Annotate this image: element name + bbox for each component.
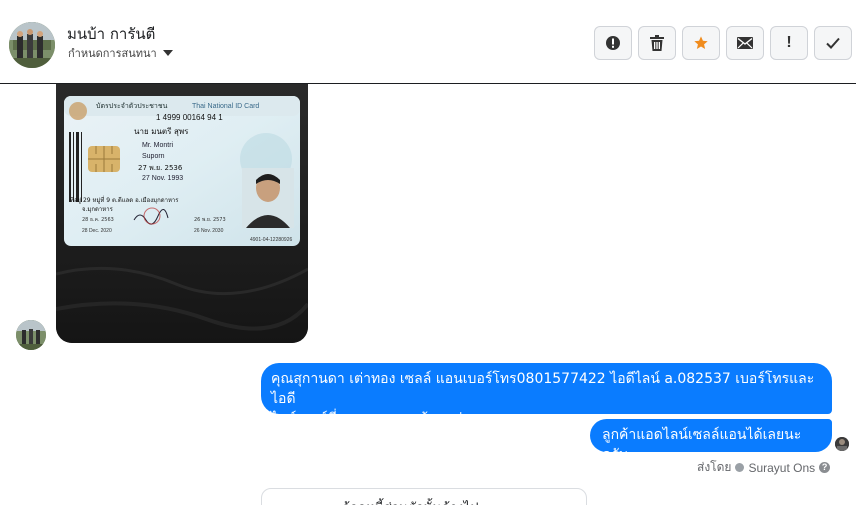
contact-name[interactable]: มนบ้า การันตี (67, 22, 155, 46)
id-expiry-en: 26 Nov. 2030 (194, 228, 224, 234)
sent-by-label: ส่งโดย (697, 460, 732, 474)
id-serial: 4901-04-12280926 (250, 237, 292, 243)
id-title-en: Thai National ID Card (192, 103, 259, 110)
star-button[interactable] (682, 26, 720, 60)
read-receipt-avatar (835, 437, 849, 451)
sender-name[interactable]: Surayut Ons (748, 461, 815, 475)
id-dob-th: 27 พ.ย. 2536 (138, 164, 183, 172)
id-title-th: บัตรประจำตัวประชาชน (96, 102, 168, 110)
trash-icon (650, 35, 664, 51)
exclamation-icon: ! (786, 34, 792, 51)
sender-dot-icon (735, 463, 745, 472)
caret-down-icon (162, 50, 173, 56)
conversation-header: มนบ้า การันตี กำหนดการสนทนา ! (0, 4, 856, 84)
header-actions: ! (594, 26, 852, 60)
id-issue-th: 28 ธ.ค. 2563 (82, 217, 114, 223)
contact-avatar[interactable] (9, 22, 55, 68)
alert-circle-icon (606, 36, 620, 50)
assign-conversation-dropdown[interactable]: กำหนดการสนทนา (68, 44, 173, 62)
id-card-photo[interactable]: บัตรประจำตัวประชาชน Thai National ID Car… (56, 84, 308, 343)
outgoing-message-bubble[interactable]: คุณสุกานดา เต่าทอง เซลล์ แอนเบอร์โทร0801… (261, 363, 832, 427)
card-text: ล้อดหนี้ส่วนตัวนั้นค้างไป (342, 497, 478, 505)
id-dob-en: 27 Nov. 1993 (142, 175, 183, 182)
mark-unread-button[interactable] (726, 26, 764, 60)
done-button[interactable] (814, 26, 852, 60)
id-address: ที่อยู่ 29 หมู่ที่ 9 ต.ดีแลด อ.เมืองมุกด… (70, 196, 179, 204)
id-number: 1 4999 00164 94 1 (156, 113, 223, 122)
id-lastname-en: Suporn (142, 153, 165, 160)
sent-by-line: ส่งโดย Surayut Ons ? (697, 458, 831, 477)
delete-button[interactable] (638, 26, 676, 60)
outgoing-message-bubble[interactable]: ลูกค้าแอดไลน์เซลล์แอนได้เลยนะครับ (590, 419, 832, 463)
id-name-th: นาย มนตรี สุพร (134, 127, 189, 136)
id-province: จ.มุกดาหาร (82, 206, 114, 213)
message-text-line: คุณสุกานดา เต่าทอง เซลล์ แอนเบอร์โทร0801… (271, 371, 815, 407)
help-icon[interactable]: ? (819, 462, 831, 473)
assign-label: กำหนดการสนทนา (68, 47, 157, 60)
id-expiry-th: 26 พ.ย. 2573 (194, 217, 226, 223)
envelope-icon (737, 37, 753, 49)
follow-up-button[interactable]: ! (770, 26, 808, 60)
report-spam-button[interactable] (594, 26, 632, 60)
id-issue-en: 28 Dec. 2020 (82, 228, 112, 234)
message-card-partial[interactable]: ล้อดหนี้ส่วนตัวนั้นค้างไป (261, 488, 587, 505)
check-icon (826, 37, 840, 49)
id-name-en: Mr. Montri (142, 142, 174, 149)
star-icon (694, 36, 708, 49)
sender-avatar[interactable] (16, 320, 46, 350)
